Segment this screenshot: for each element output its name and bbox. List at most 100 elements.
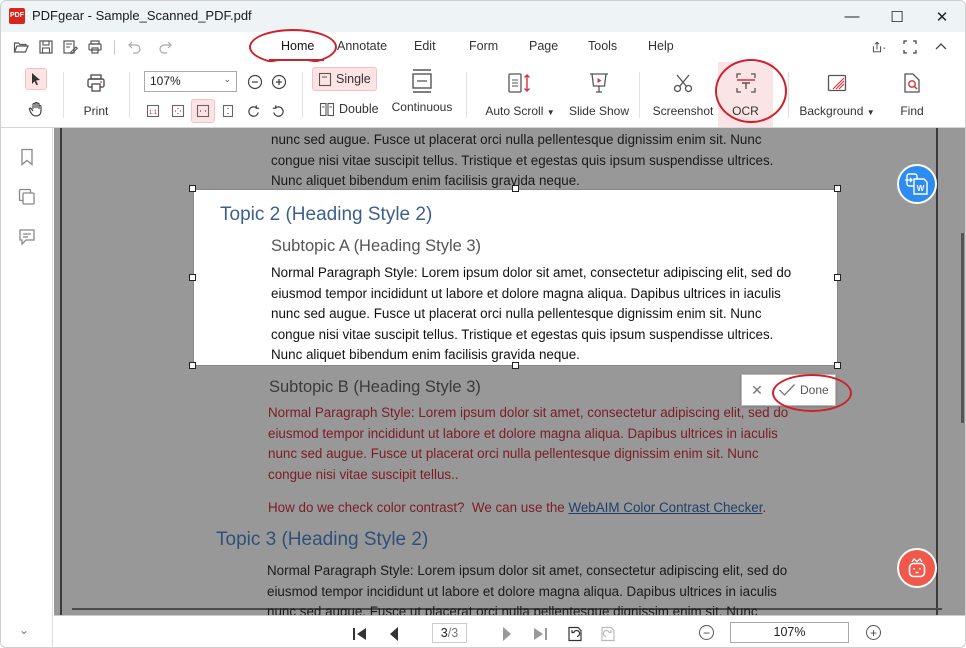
- auto-scroll-button[interactable]: Auto Scroll ▼: [484, 62, 556, 118]
- cancel-selection-button[interactable]: ✕: [742, 382, 772, 399]
- actual-size-button[interactable]: 1:1: [142, 100, 164, 122]
- undo-button[interactable]: [126, 38, 144, 56]
- redo-button[interactable]: [156, 38, 174, 56]
- first-page-button[interactable]: [351, 625, 369, 643]
- svg-text:1:1: 1:1: [149, 110, 158, 116]
- background-icon: [827, 74, 847, 92]
- thumbnails-panel-button[interactable]: [17, 187, 37, 207]
- text-line: congue nisi vitae suscipit tellus. Trist…: [271, 326, 774, 342]
- rotate-clockwise-button[interactable]: [242, 100, 264, 122]
- convert-to-word-button[interactable]: W: [897, 164, 937, 204]
- cursor-arrow-icon: [32, 73, 40, 86]
- select-tool-button[interactable]: [25, 68, 47, 90]
- last-page-button[interactable]: [531, 625, 549, 643]
- find-button[interactable]: Find: [897, 62, 927, 118]
- background-text: Background: [799, 104, 864, 118]
- active-tab-indicator: [269, 59, 324, 61]
- single-label: Single: [336, 72, 371, 86]
- fit-page-button[interactable]: [167, 100, 189, 122]
- tab-annotate[interactable]: Annotate: [337, 39, 387, 53]
- slide-show-button[interactable]: Slide Show: [568, 62, 630, 118]
- done-button[interactable]: Done: [772, 383, 829, 397]
- next-page-icon: [503, 627, 511, 641]
- heading-subtopic-b: Subtopic B (Heading Style 3): [269, 378, 481, 396]
- resize-handle-bottom-left[interactable]: [189, 362, 196, 369]
- resize-handle-top-left[interactable]: [189, 185, 196, 192]
- quick-print-button[interactable]: [86, 38, 104, 56]
- zoom-level-dropdown[interactable]: 107% ⌄: [144, 71, 237, 92]
- document-viewer[interactable]: nunc sed augue. Fusce ut placerat orci n…: [54, 128, 965, 615]
- title-bar: PDF PDFgear - Sample_Scanned_PDF.pdf — ☐…: [1, 1, 965, 32]
- continuous-button[interactable]: Continuous: [390, 62, 454, 114]
- menu-bar: Home Annotate Edit Form Page Tools Help: [1, 32, 965, 62]
- slide-show-icon: [590, 73, 608, 93]
- ocr-selection-region[interactable]: Topic 2 (Heading Style 2) Subtopic A (He…: [193, 189, 838, 366]
- double-page-button[interactable]: Double: [314, 97, 384, 121]
- text-line: Normal Paragraph Style: Lorem ipsum dolo…: [271, 265, 792, 280]
- zoom-level-field[interactable]: 107%: [730, 622, 849, 643]
- rotate-counterclockwise-button[interactable]: [267, 100, 289, 122]
- period-text: .: [762, 500, 767, 515]
- chevron-up-icon: [935, 43, 947, 50]
- sidebar-expand-button[interactable]: ⌄: [19, 623, 29, 637]
- resize-handle-bottom[interactable]: [512, 362, 519, 369]
- share-icon: [872, 41, 886, 53]
- resize-handle-right[interactable]: [834, 274, 841, 281]
- previous-page-button[interactable]: [385, 625, 403, 643]
- zoom-out-button-bottom[interactable]: −: [699, 625, 714, 640]
- close-icon: ✕: [935, 8, 949, 26]
- ai-assistant-button[interactable]: [897, 548, 937, 588]
- save-button[interactable]: [37, 38, 55, 56]
- heading-topic-2: Topic 2 (Heading Style 2): [220, 204, 433, 225]
- tab-page[interactable]: Page: [529, 39, 558, 53]
- hand-tool-button[interactable]: [25, 98, 47, 120]
- webaim-link[interactable]: WebAIM Color Contrast Checker: [568, 500, 762, 515]
- paragraph-subtopic-a: Normal Paragraph Style: Lorem ipsum dolo…: [271, 263, 791, 366]
- close-icon: ✕: [751, 381, 763, 398]
- fullscreen-button[interactable]: [901, 38, 919, 56]
- save-as-button[interactable]: [61, 38, 79, 56]
- text-line: Normal Paragraph Style: Lorem ipsum dolo…: [267, 563, 788, 578]
- previous-view-button[interactable]: [566, 625, 584, 643]
- find-label: Find: [900, 104, 924, 118]
- screenshot-button[interactable]: Screenshot: [652, 62, 714, 118]
- resize-handle-left[interactable]: [189, 274, 196, 281]
- zoom-in-button[interactable]: [268, 71, 290, 93]
- resize-handle-bottom-right[interactable]: [834, 362, 841, 369]
- tab-edit[interactable]: Edit: [414, 39, 436, 53]
- comments-panel-button[interactable]: [17, 227, 37, 247]
- background-button[interactable]: Background ▼: [797, 62, 877, 118]
- tab-form[interactable]: Form: [469, 39, 498, 53]
- fit-width-button[interactable]: [191, 99, 215, 123]
- single-page-button[interactable]: Single: [312, 67, 377, 91]
- print-button[interactable]: Print: [80, 62, 112, 118]
- page-number-input[interactable]: 3/3: [432, 623, 467, 643]
- ribbon-divider: [639, 72, 640, 118]
- share-button[interactable]: [868, 38, 890, 56]
- tab-help[interactable]: Help: [648, 39, 674, 53]
- fit-height-button[interactable]: [217, 100, 239, 122]
- heading-subtopic-a: Subtopic A (Heading Style 3): [271, 237, 482, 255]
- tab-home[interactable]: Home: [281, 39, 314, 53]
- minimize-button[interactable]: —: [829, 1, 875, 32]
- vertical-scrollbar[interactable]: [961, 233, 964, 423]
- bookmark-panel-button[interactable]: [17, 147, 37, 167]
- collapse-ribbon-button[interactable]: [932, 38, 950, 56]
- undo-icon: [128, 41, 141, 54]
- zoom-out-button[interactable]: [244, 71, 266, 93]
- auto-scroll-text: Auto Scroll: [485, 104, 544, 118]
- next-page-button[interactable]: [498, 625, 516, 643]
- resize-handle-top-right[interactable]: [834, 185, 841, 192]
- ocr-button[interactable]: OCR: [718, 62, 773, 127]
- text-line: eiusmod tempor incididunt ut labore et d…: [267, 583, 777, 599]
- screenshot-label: Screenshot: [652, 104, 714, 118]
- open-file-button[interactable]: [12, 38, 30, 56]
- window-title: PDFgear - Sample_Scanned_PDF.pdf: [32, 8, 252, 23]
- resize-handle-top[interactable]: [512, 185, 519, 192]
- close-button[interactable]: ✕: [919, 1, 965, 32]
- zoom-in-button-bottom[interactable]: +: [866, 625, 881, 640]
- paragraph-top: nunc sed augue. Fusce ut placerat orci n…: [271, 130, 773, 192]
- maximize-button[interactable]: ☐: [874, 1, 920, 32]
- tab-tools[interactable]: Tools: [588, 39, 617, 53]
- next-view-button[interactable]: [599, 625, 617, 643]
